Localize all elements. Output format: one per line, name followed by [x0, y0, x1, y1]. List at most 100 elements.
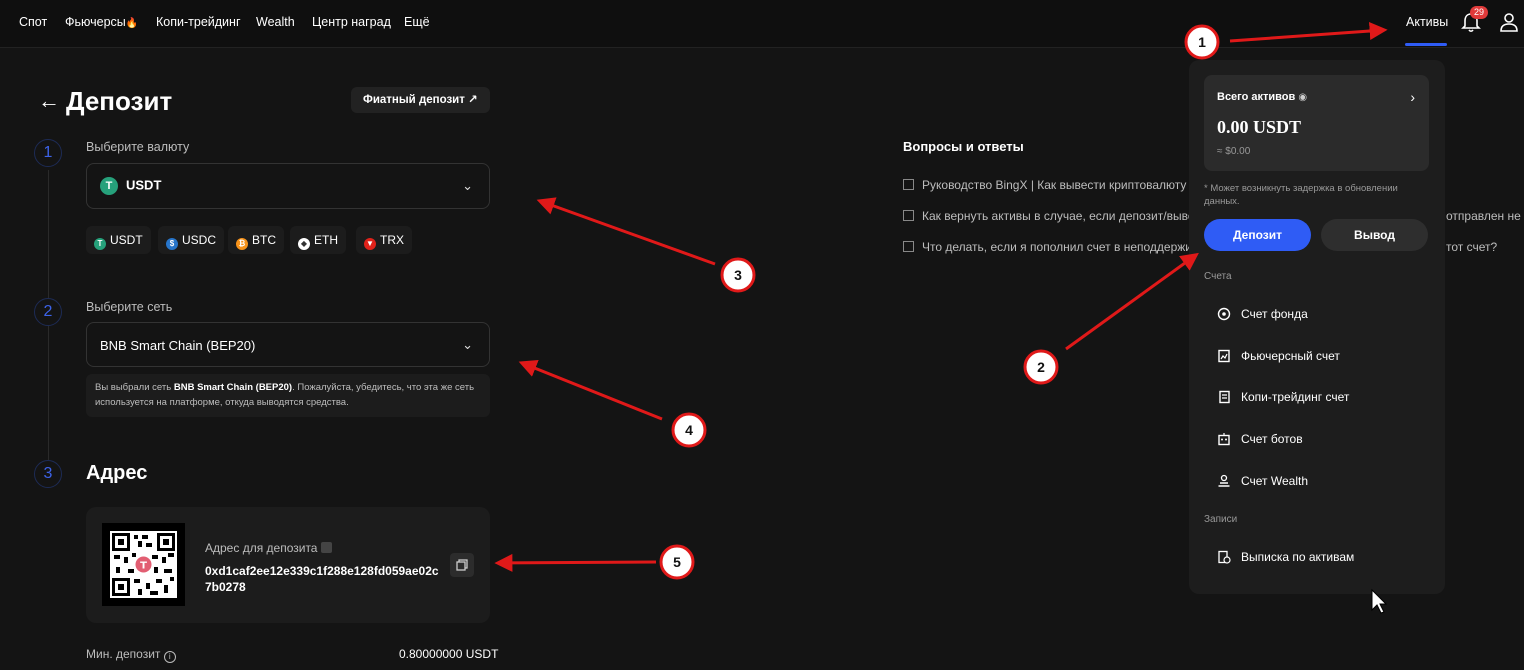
eth-icon: ◆ — [298, 238, 310, 250]
faq-item[interactable]: Как вернуть активы в случае, если депози… — [903, 209, 1201, 223]
nav-rewards-center[interactable]: Центр наград — [312, 15, 391, 29]
account-item-bots[interactable]: Счет ботов — [1217, 432, 1303, 446]
copy-address-button[interactable] — [450, 553, 474, 577]
quick-coin-label: ETH — [314, 233, 338, 247]
faq-item[interactable]: Что делать, если я пополнил счет в непод… — [903, 240, 1198, 254]
user-icon[interactable] — [1498, 11, 1520, 33]
faq-item[interactable]: Руководство BingX | Как вывести криптова… — [903, 178, 1196, 192]
notice-prefix: Вы выбрали сеть — [95, 382, 174, 393]
network-notice: Вы выбрали сеть BNB Smart Chain (BEP20).… — [86, 374, 490, 417]
faq-title: Вопросы и ответы — [903, 139, 1024, 154]
currency-label: Выберите валюту — [86, 140, 190, 154]
records-section-label: Записи — [1204, 514, 1238, 525]
total-assets-value: 0.00 USDT — [1217, 117, 1302, 137]
account-item-wealth[interactable]: Счет Wealth — [1217, 474, 1308, 488]
btc-icon: ₿ — [236, 238, 248, 250]
account-item-label: Копи-трейдинг счет — [1241, 390, 1350, 404]
eye-icon[interactable]: ◉ — [1298, 92, 1307, 103]
quick-coin-eth[interactable]: ◆ ETH — [290, 226, 346, 254]
annotation-number-2: 2 — [1037, 359, 1045, 375]
faq-item-text: Как вернуть активы в случае, если депози… — [922, 209, 1202, 223]
chevron-down-icon: ⌄ — [462, 337, 473, 352]
assets-active-indicator — [1405, 43, 1447, 46]
total-assets-label: Всего активов ◉ — [1217, 91, 1307, 103]
usdt-icon: T — [100, 177, 118, 195]
bot-icon — [1218, 433, 1230, 446]
min-deposit-value: 0.80000000 USDT — [399, 647, 499, 661]
quick-coin-label: BTC — [252, 233, 276, 247]
nav-wealth[interactable]: Wealth — [256, 15, 295, 29]
copy-icon — [456, 559, 468, 571]
deposit-button[interactable]: Депозит — [1204, 219, 1311, 251]
deposit-address-value: 0xd1caf2ee12e339c1f288e128fd059ae02c7b02… — [205, 564, 439, 594]
withdraw-button[interactable]: Вывод — [1321, 219, 1428, 251]
step-1-number: 1 — [34, 139, 62, 167]
copy-trading-icon — [1219, 390, 1230, 404]
quick-coin-btc[interactable]: ₿ BTC — [228, 226, 284, 254]
doc-icon — [903, 210, 914, 221]
doc-icon — [903, 241, 914, 252]
accounts-section-label: Счета — [1204, 271, 1232, 282]
faq-item-text: Руководство BingX | Как вывести криптова… — [922, 178, 1196, 192]
quick-coin-label: USDT — [110, 233, 143, 247]
account-item-futures[interactable]: Фьючерсный счет — [1217, 349, 1340, 363]
nav-copy-trading[interactable]: Копи-трейдинг — [156, 15, 241, 29]
deposit-address-label: Адрес для депозита — [205, 541, 332, 555]
account-item-fund[interactable]: Счет фонда — [1217, 307, 1308, 321]
annotation-arrow-4 — [518, 359, 663, 421]
total-assets-card[interactable]: Всего активов ◉ › 0.00 USDT ≈ $0.00 — [1204, 75, 1429, 171]
annotation-marker-3: 3 — [720, 257, 756, 293]
total-assets-label-text: Всего активов — [1217, 91, 1296, 103]
faq-item-overflow: отправлен не — [1446, 209, 1521, 223]
faq-item-overflow: тот счет? — [1446, 240, 1498, 254]
statement-icon — [1218, 550, 1231, 564]
record-item-statement[interactable]: Выписка по активам — [1217, 550, 1354, 564]
network-select[interactable]: BNB Smart Chain (BEP20) ⌄ — [86, 322, 490, 367]
annotation-arrow-2 — [1065, 252, 1199, 351]
step-2-number: 2 — [34, 298, 62, 326]
futures-icon — [1218, 349, 1230, 363]
notice-network: BNB Smart Chain (BEP20) — [173, 382, 293, 393]
page-title: Депозит — [66, 86, 173, 116]
min-deposit-label: Мин. депозит i — [86, 647, 176, 663]
fire-icon: 🔥 — [125, 18, 139, 29]
doc-icon — [903, 179, 914, 190]
total-assets-usd: ≈ $0.00 — [1217, 146, 1251, 157]
info-icon[interactable]: i — [163, 651, 176, 663]
back-arrow-icon[interactable]: ← — [38, 88, 60, 114]
fund-icon — [1217, 307, 1231, 321]
annotation-number-3: 3 — [734, 267, 742, 283]
chevron-right-icon: › — [1410, 89, 1415, 105]
nav-assets[interactable]: Активы — [1406, 15, 1448, 29]
fiat-deposit-button[interactable]: Фиатный депозит ↗ — [351, 87, 490, 113]
delay-note: * Может возникнуть задержка в обновлении… — [1204, 183, 1398, 207]
annotation-number-5: 5 — [673, 554, 681, 570]
currency-selected-label: USDT — [126, 177, 162, 193]
min-deposit-label-text: Мин. депозит — [86, 647, 161, 661]
nav-more[interactable]: Ещё — [404, 15, 430, 29]
account-item-label: Счет ботов — [1241, 432, 1303, 446]
quick-coin-label: TRX — [380, 233, 404, 247]
account-item-label: Фьючерсный счет — [1241, 349, 1340, 363]
info-arrow-icon[interactable] — [320, 542, 332, 553]
currency-select[interactable]: T USDT ⌄ — [86, 163, 490, 209]
assets-dropdown: Всего активов ◉ › 0.00 USDT ≈ $0.00 * Мо… — [1189, 60, 1445, 594]
record-item-label: Выписка по активам — [1241, 550, 1355, 564]
trx-icon: ▼ — [364, 238, 376, 250]
quick-coin-trx[interactable]: ▼ TRX — [356, 226, 412, 254]
step-3-number: 3 — [34, 460, 62, 488]
nav-spot[interactable]: Спот — [19, 15, 47, 29]
notification-badge: 29 — [1470, 6, 1489, 19]
account-item-copy-trading[interactable]: Копи-трейдинг счет — [1217, 390, 1349, 404]
annotation-arrow-5 — [494, 553, 657, 572]
account-item-label: Счет фонда — [1241, 307, 1308, 321]
annotation-marker-4: 4 — [671, 412, 707, 448]
deposit-address-label-text: Адрес для депозита — [205, 541, 318, 555]
annotation-arrow-3 — [536, 197, 716, 266]
annotation-marker-5: 5 — [659, 544, 695, 580]
nav-futures[interactable]: Фьючерсы🔥 — [65, 15, 138, 29]
quick-coin-usdc[interactable]: $ USDC — [158, 226, 225, 254]
network-selected: BNB Smart Chain (BEP20) — [100, 338, 256, 353]
network-label: Выберите сеть — [86, 300, 173, 314]
quick-coin-usdt[interactable]: T USDT — [86, 226, 151, 254]
